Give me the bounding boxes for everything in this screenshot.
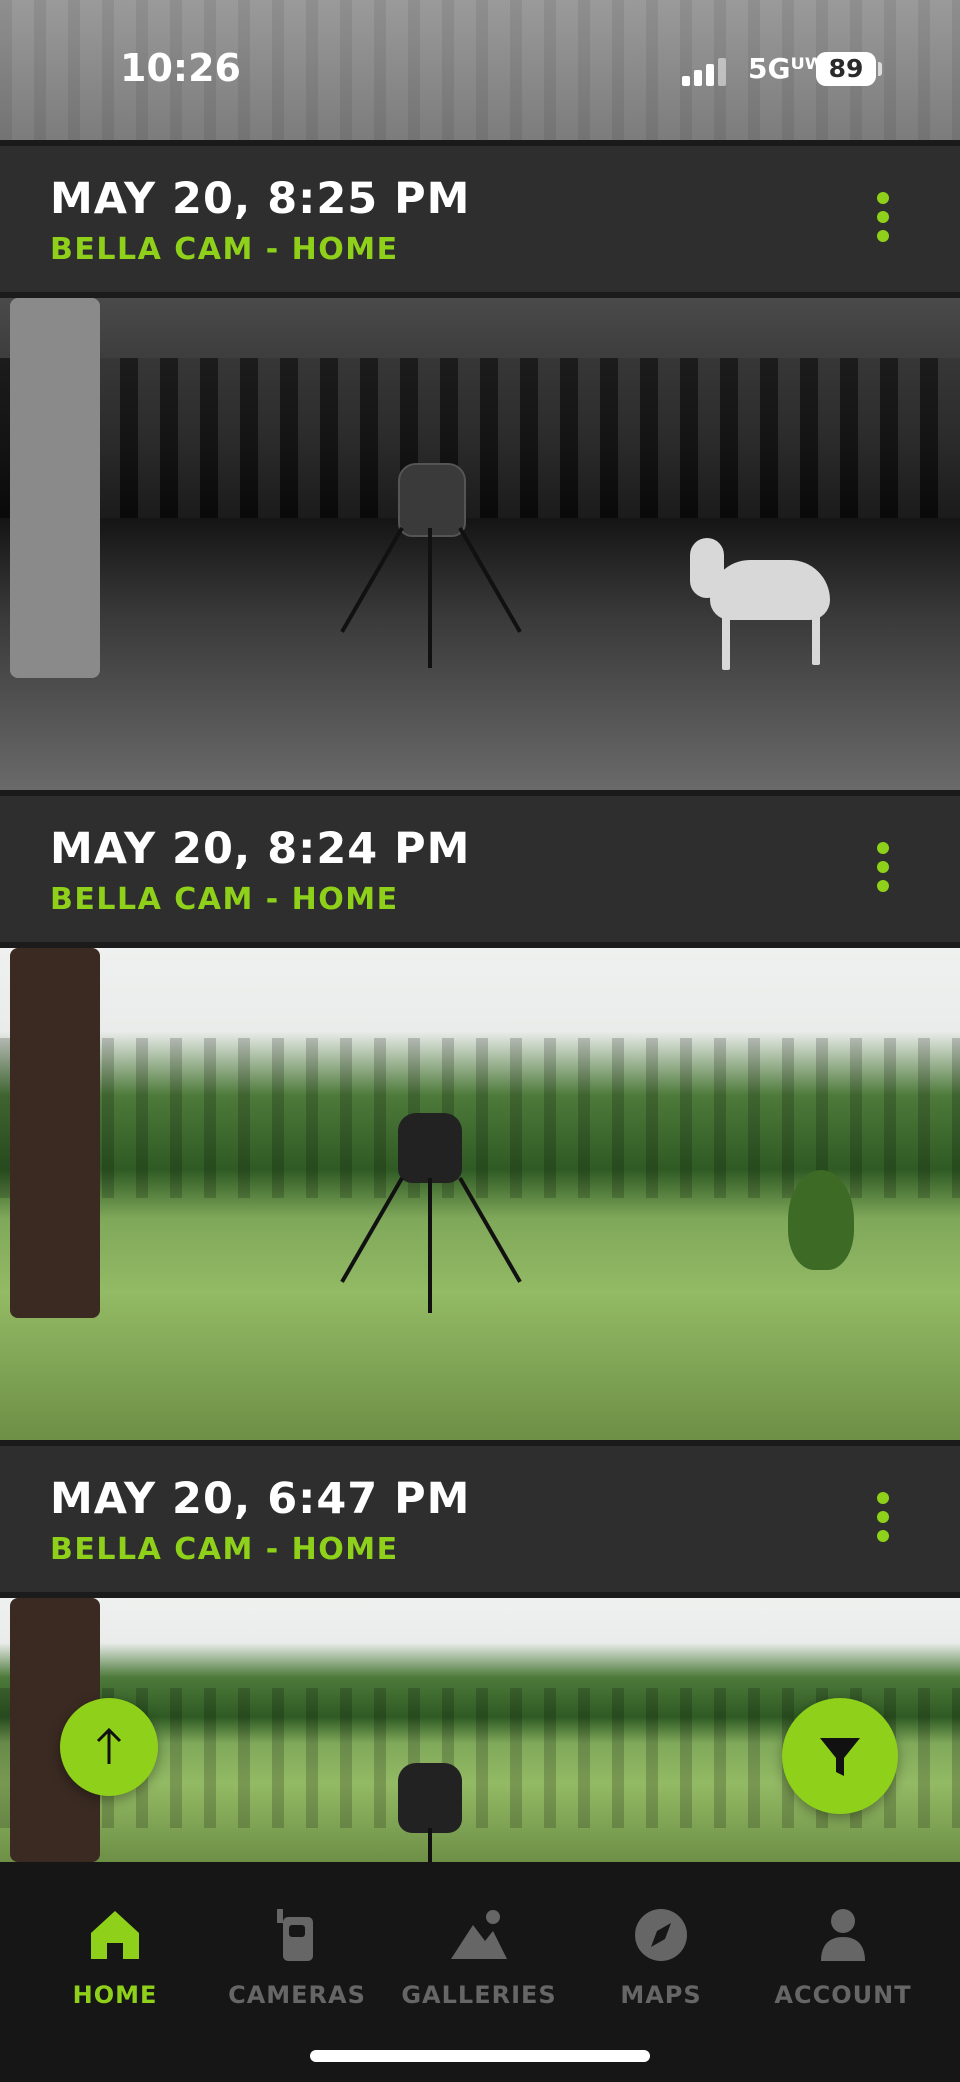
compass-icon xyxy=(631,1905,691,1965)
network-type: 5Gᵁᵂ xyxy=(748,52,825,85)
event-camera: BELLA CAM - HOME xyxy=(50,1532,399,1567)
more-options-icon[interactable] xyxy=(876,842,890,896)
home-indicator[interactable] xyxy=(310,2050,650,2062)
nav-label: HOME xyxy=(72,1981,158,2009)
nav-maps[interactable]: MAPS xyxy=(576,1905,746,2009)
event-camera: BELLA CAM - HOME xyxy=(50,232,399,267)
nav-label: MAPS xyxy=(620,1981,702,2009)
nav-galleries[interactable]: GALLERIES xyxy=(394,1905,564,2009)
more-options-icon[interactable] xyxy=(876,1492,890,1546)
account-icon xyxy=(813,1905,873,1965)
event-header[interactable]: MAY 20, 8:25 PM BELLA CAM - HOME xyxy=(0,140,960,292)
nav-account[interactable]: ACCOUNT xyxy=(758,1905,928,2009)
nav-cameras[interactable]: CAMERAS xyxy=(212,1905,382,2009)
event-header[interactable]: MAY 20, 8:24 PM BELLA CAM - HOME xyxy=(0,790,960,942)
nav-label: CAMERAS xyxy=(228,1981,366,2009)
status-time: 10:26 xyxy=(120,46,241,90)
event-date: MAY 20, 6:47 PM xyxy=(50,1474,471,1524)
event-header[interactable]: MAY 20, 6:47 PM BELLA CAM - HOME xyxy=(0,1440,960,1592)
feeder xyxy=(398,1113,462,1183)
camera-icon xyxy=(267,1905,327,1965)
nav-label: ACCOUNT xyxy=(774,1981,912,2009)
tree-trunk xyxy=(10,298,100,678)
arrow-up-icon xyxy=(96,1727,122,1764)
feeder xyxy=(398,463,466,537)
event-date: MAY 20, 8:25 PM xyxy=(50,174,471,224)
more-options-icon[interactable] xyxy=(876,192,890,246)
battery-icon xyxy=(878,62,882,76)
battery-level: 89 xyxy=(816,52,876,86)
signal-strength-icon xyxy=(682,56,728,86)
gallery-icon xyxy=(449,1905,509,1965)
tree-trunk xyxy=(10,948,100,1318)
filter-funnel-icon xyxy=(820,1738,860,1776)
shrub xyxy=(788,1170,854,1270)
event-photo[interactable] xyxy=(0,298,960,790)
event-camera: BELLA CAM - HOME xyxy=(50,882,399,917)
nav-home[interactable]: HOME xyxy=(30,1905,200,2009)
nav-label: GALLERIES xyxy=(401,1981,557,2009)
home-icon xyxy=(85,1905,145,1965)
scroll-to-top-button[interactable] xyxy=(60,1698,158,1796)
feeder xyxy=(398,1763,462,1833)
event-photo[interactable] xyxy=(0,948,960,1440)
event-date: MAY 20, 8:24 PM xyxy=(50,824,471,874)
filter-button[interactable] xyxy=(782,1698,898,1814)
